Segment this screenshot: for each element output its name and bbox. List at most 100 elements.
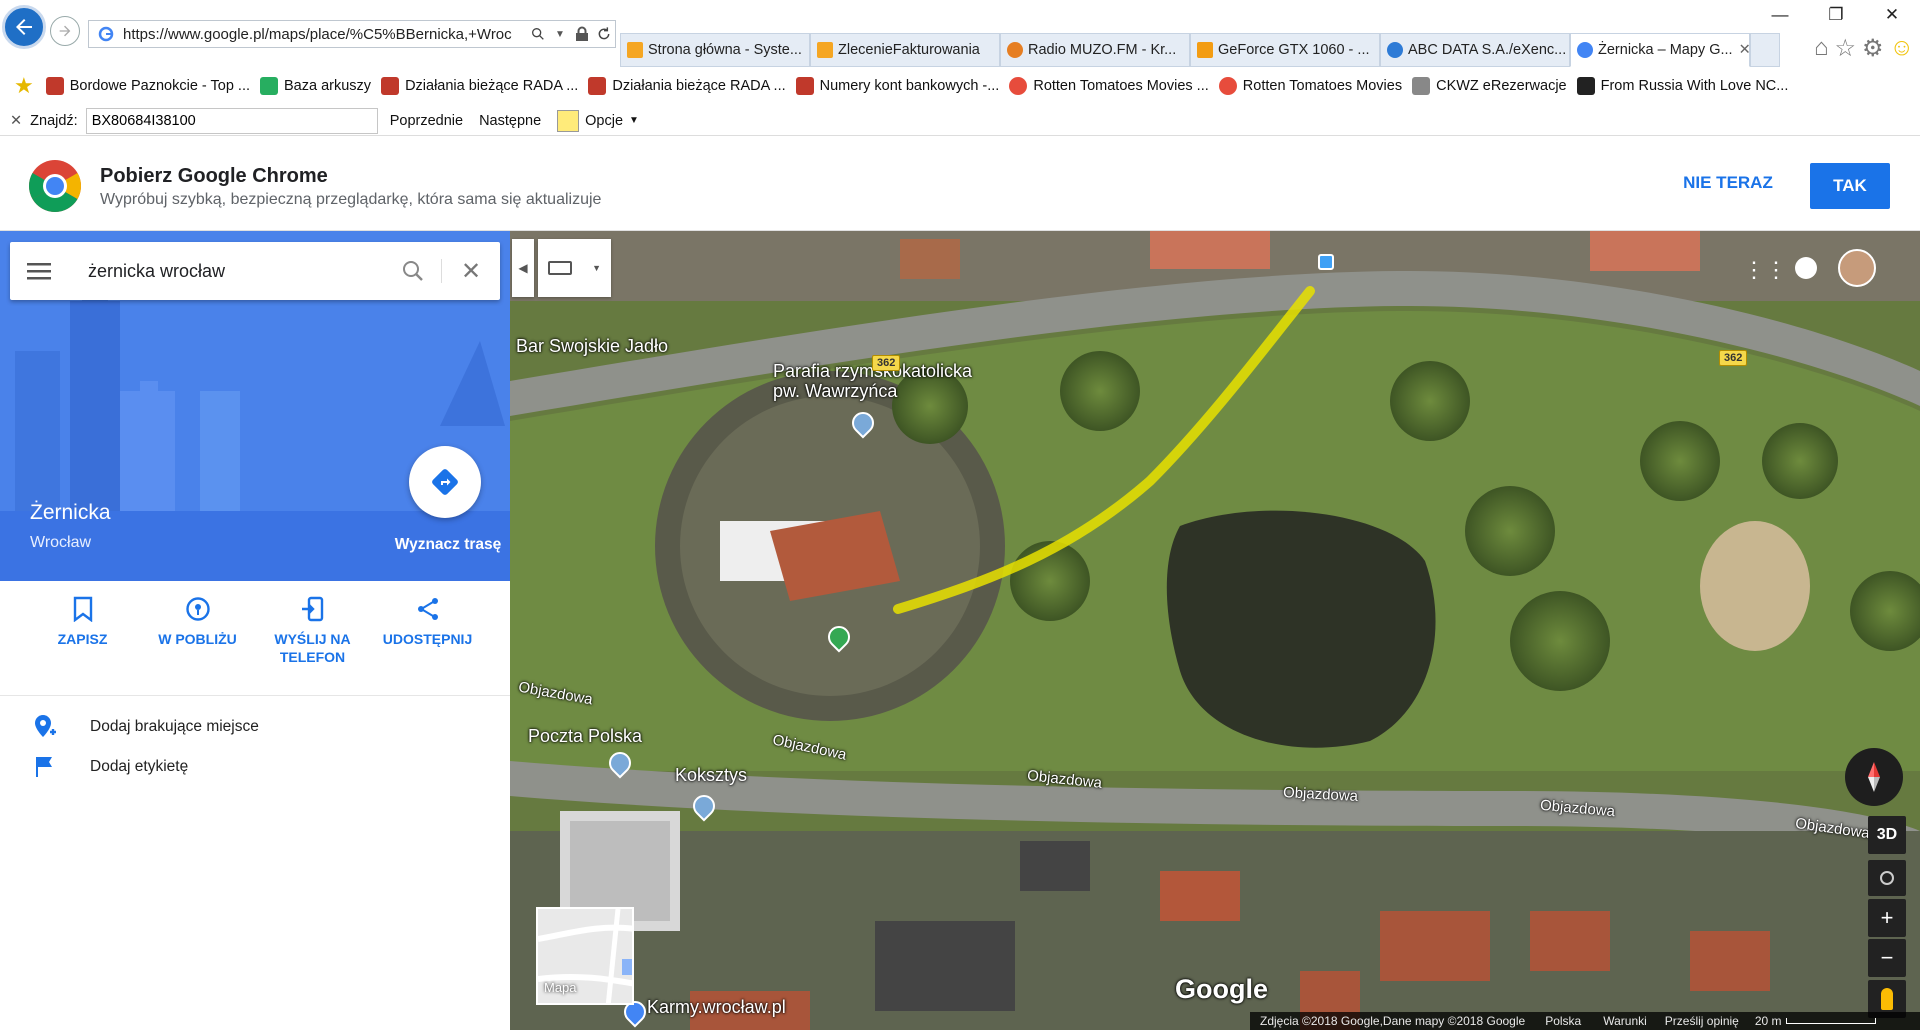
tab-3[interactable]: Radio MUZO.FM - Kr... (1000, 33, 1190, 67)
tab-label: ZlecenieFakturowania (838, 42, 980, 58)
address-url[interactable]: https://www.google.pl/maps/place/%C5%BBe… (123, 26, 527, 43)
close-window-icon[interactable]: ✕ (1864, 0, 1920, 30)
chevron-left-icon: ◀ (518, 261, 528, 275)
satellite-map[interactable]: Bar Swojskie Jadło Parafia rzymskokatoli… (510, 231, 1920, 1030)
nearby-action-button[interactable]: W POBLIŻU (140, 586, 255, 695)
settings-gear-icon[interactable]: ⚙ (1862, 34, 1884, 63)
location-target-icon (1880, 871, 1894, 885)
new-tab-button[interactable] (1750, 33, 1780, 67)
favorites-add-icon[interactable]: ★ (14, 73, 34, 99)
tab-favicon-icon (817, 42, 833, 58)
favorite-item[interactable]: Rotten Tomatoes Movies (1218, 77, 1402, 95)
favorite-item[interactable]: Numery kont bankowych -... (795, 77, 999, 95)
favorite-favicon-icon (588, 77, 607, 95)
lock-icon[interactable] (571, 23, 593, 45)
country-link[interactable]: Polska (1545, 1014, 1581, 1028)
address-bar[interactable]: https://www.google.pl/maps/place/%C5%BBe… (88, 20, 616, 48)
find-close-icon[interactable]: ✕ (10, 113, 22, 129)
bookmark-icon (73, 596, 92, 622)
find-input[interactable] (85, 107, 378, 134)
forward-button[interactable] (50, 16, 80, 46)
toolbar-icons: ⌂ ☆ ⚙ ☺ (1814, 34, 1914, 63)
map-type-switcher[interactable]: Mapa (536, 907, 634, 1005)
directions-button[interactable] (409, 446, 481, 518)
favorite-item[interactable]: From Russia With Love NC... (1576, 77, 1788, 95)
scale-label[interactable]: 20 m (1755, 1014, 1782, 1028)
restore-icon[interactable]: ❐ (1808, 0, 1864, 30)
favorites-star-icon[interactable]: ☆ (1834, 34, 1856, 63)
smiley-icon[interactable]: ☺ (1889, 34, 1914, 63)
map-label-bar[interactable]: Bar Swojskie Jadło (516, 336, 668, 357)
action-label: UDOSTĘPNIJ (382, 631, 473, 647)
action-label: ZAPISZ (57, 631, 108, 647)
tab-4[interactable]: GeForce GTX 1060 - ... (1190, 33, 1380, 67)
map-label-karmy[interactable]: Karmy.wrocław.pl (647, 997, 786, 1018)
highlight-pen-icon (557, 109, 580, 132)
my-location-button[interactable] (1868, 860, 1906, 896)
tab-close-icon[interactable]: ✕ (1733, 42, 1749, 58)
promo-subtitle: Wypróbuj szybką, bezpieczną przeglądarkę… (100, 191, 602, 208)
avatar[interactable] (1838, 249, 1876, 287)
map-label-post[interactable]: Poczta Polska (528, 726, 642, 747)
route-shield: 362 (1719, 350, 1748, 366)
minimize-icon[interactable]: — (1752, 0, 1808, 30)
nearby-icon (185, 597, 210, 621)
add-missing-place-item[interactable]: Dodaj brakujące miejsce (0, 707, 259, 747)
map-label-koksztys[interactable]: Koksztys (675, 765, 747, 786)
keyboard-input-button[interactable]: ▼ (538, 239, 611, 297)
favorite-item[interactable]: Działania bieżące RADA ... (381, 77, 578, 95)
map-copyright: Zdjęcia ©2018 Google,Dane mapy ©2018 Goo… (1260, 1014, 1526, 1028)
apps-grid-icon[interactable]: ⋮⋮ (1743, 257, 1787, 283)
clear-search-icon[interactable]: ✕ (442, 257, 500, 286)
add-label-item[interactable]: Dodaj etykietę (0, 747, 188, 787)
map-label-church-line2[interactable]: pw. Wawrzyńca (773, 381, 897, 402)
collapse-sidebar-button[interactable]: ◀ (512, 239, 534, 297)
bus-stop-icon[interactable] (1318, 254, 1334, 270)
zoom-in-button[interactable]: + (1868, 899, 1906, 937)
zoom-out-button[interactable]: − (1868, 939, 1906, 977)
share-action-button[interactable]: UDOSTĘPNIJ (370, 586, 485, 695)
compass-button[interactable] (1845, 748, 1903, 806)
search-box[interactable]: żernicka wrocław ✕ (10, 242, 500, 300)
satellite-imagery (510, 231, 1920, 1030)
tab-label: Strona główna - Syste... (648, 42, 802, 58)
home-icon[interactable]: ⌂ (1814, 34, 1829, 63)
favorite-item[interactable]: Rotten Tomatoes Movies ... (1009, 77, 1209, 95)
favorite-item[interactable]: CKWZ eRezerwacje (1412, 77, 1567, 95)
chevron-down-icon: ▼ (592, 263, 601, 273)
3d-toggle-button[interactable]: 3D (1868, 816, 1906, 854)
directions-label[interactable]: Wyznacz trasę (383, 536, 510, 554)
tab-label: ABC DATA S.A./eXenc... (1408, 42, 1567, 58)
tab-label: Radio MUZO.FM - Kr... (1028, 42, 1177, 58)
favorite-favicon-icon (381, 77, 400, 95)
tab-2[interactable]: ZlecenieFakturowania (810, 33, 1000, 67)
promo-title: Pobierz Google Chrome (100, 165, 328, 187)
dropdown-icon[interactable]: ▼ (549, 23, 571, 45)
refresh-icon[interactable] (593, 23, 615, 45)
feedback-link[interactable]: Prześlij opinię (1665, 1014, 1739, 1028)
notifications-bell-icon[interactable] (1795, 257, 1817, 279)
tab-5[interactable]: ABC DATA S.A./eXenc... (1380, 33, 1570, 67)
tab-6-active[interactable]: Żernicka – Mapy G... ✕ (1570, 33, 1750, 67)
find-options-button[interactable]: Opcje ▼ (557, 109, 639, 132)
search-icon[interactable] (527, 23, 549, 45)
tab-favicon-icon (627, 42, 643, 58)
save-action-button[interactable]: ZAPISZ (25, 586, 140, 695)
promo-dismiss-button[interactable]: NIE TERAZ (1680, 163, 1776, 203)
action-label: WYŚLIJ NA TELEFON (274, 631, 351, 665)
search-query[interactable]: żernicka wrocław (88, 261, 384, 282)
terms-link[interactable]: Warunki (1603, 1014, 1647, 1028)
find-next-button[interactable]: Następne (479, 113, 541, 129)
tomato-icon (1218, 77, 1237, 95)
tab-1[interactable]: Strona główna - Syste... (620, 33, 810, 67)
back-button[interactable] (2, 5, 46, 49)
favorite-item[interactable]: Baza arkuszy (260, 77, 371, 95)
hamburger-menu-icon[interactable] (10, 262, 68, 280)
favorite-item[interactable]: Bordowe Paznokcie - Top ... (45, 77, 250, 95)
promo-accept-button[interactable]: TAK (1810, 163, 1890, 209)
find-previous-button[interactable]: Poprzednie (390, 113, 463, 129)
favorite-item[interactable]: Działania bieżące RADA ... (588, 77, 786, 95)
send-to-phone-action-button[interactable]: WYŚLIJ NA TELEFON (255, 586, 370, 695)
search-icon[interactable] (384, 259, 442, 283)
tomato-icon (1009, 77, 1028, 95)
